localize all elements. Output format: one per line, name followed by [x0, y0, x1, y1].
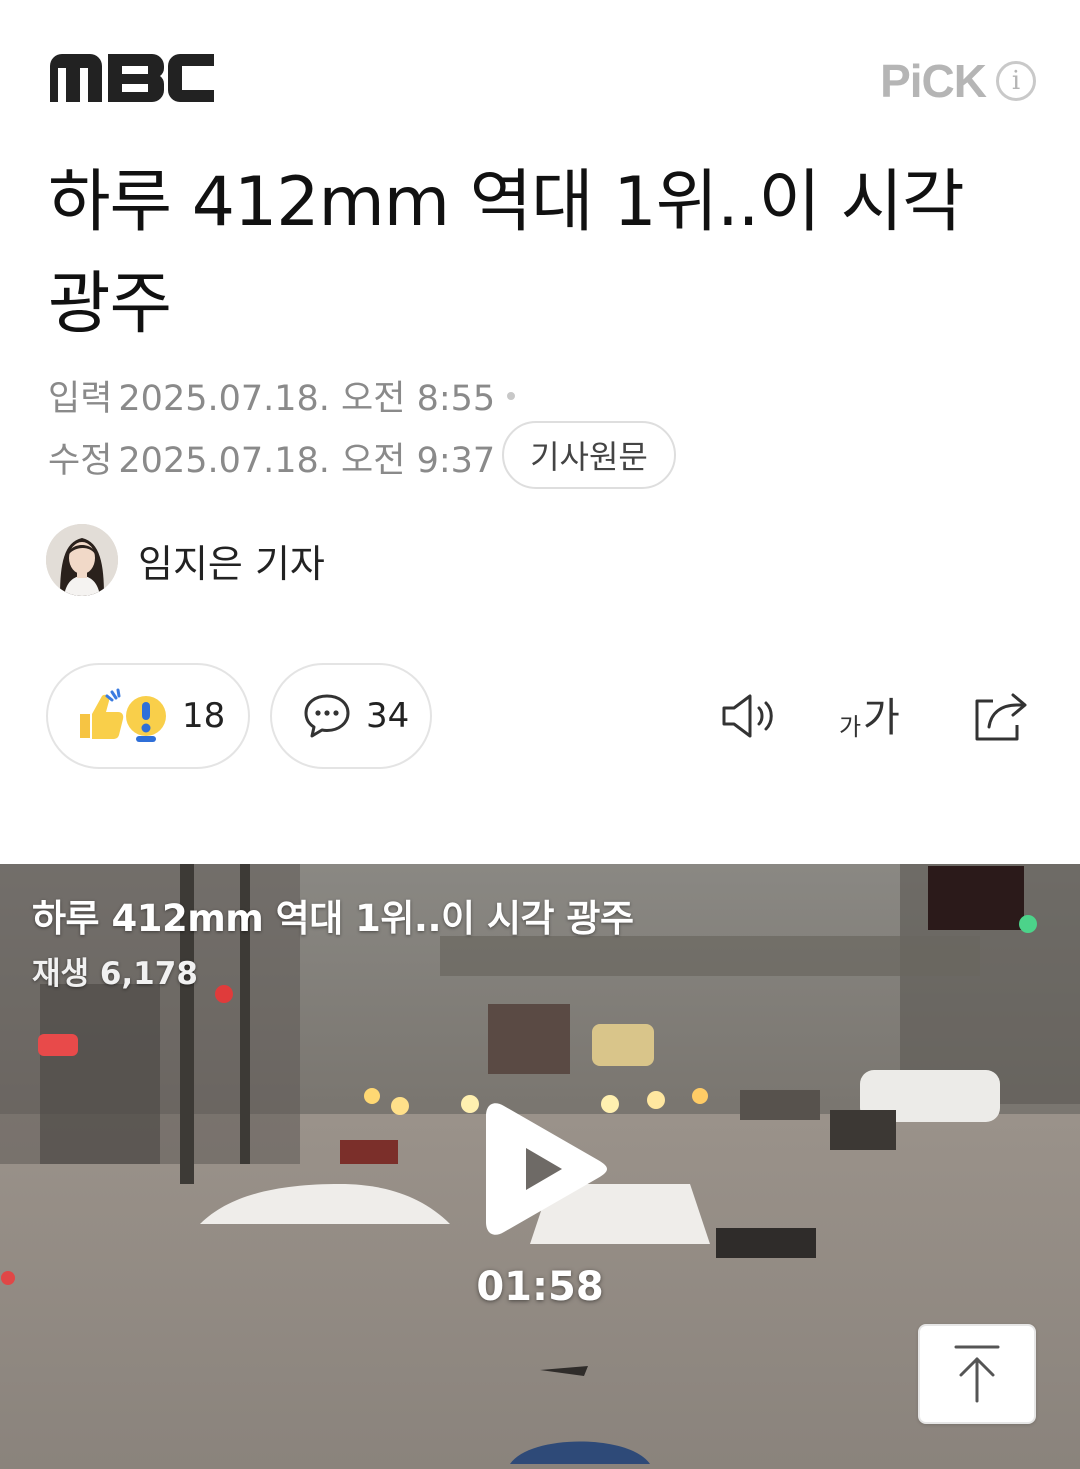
pick-badge[interactable]: PiCK i — [880, 54, 1036, 108]
mbc-logo-mark — [50, 54, 214, 102]
pick-label: PiCK — [880, 55, 987, 107]
reaction-icons — [80, 688, 166, 742]
comment-icon — [304, 694, 350, 738]
published-date: 입력 2025.07.18. 오전 8:55 — [48, 370, 516, 421]
published-label: 입력 — [48, 379, 113, 419]
comment-count: 34 — [366, 696, 410, 736]
reporter-name: 임지은 기자 — [138, 541, 325, 586]
reaction-button[interactable]: 18 — [46, 663, 250, 769]
arrow-up-icon — [954, 1345, 1000, 1403]
font-size-button[interactable]: 가 가 — [836, 686, 910, 746]
original-article-button[interactable]: 기사원문 — [502, 421, 676, 489]
article-title: 하루 412mm 역대 1위..이 시각 광주 — [48, 163, 965, 344]
text-to-speech-button[interactable] — [718, 686, 780, 746]
speaker-icon — [722, 694, 773, 738]
reporter-avatar — [46, 524, 118, 596]
share-icon — [975, 693, 1027, 741]
modified-date: 수정 2025.07.18. 오전 9:37 — [48, 432, 495, 483]
modified-label: 수정 — [48, 441, 113, 481]
svg-text:가: 가 — [863, 695, 900, 741]
reporter-info[interactable]: 임지은 기자 — [46, 524, 325, 596]
video-title: 하루 412mm 역대 1위..이 시각 광주 — [32, 897, 634, 940]
reaction-count: 18 — [182, 696, 226, 736]
published-datetime: 2025.07.18. 오전 8:55 — [118, 379, 496, 419]
modified-datetime: 2025.07.18. 오전 9:37 — [118, 441, 496, 481]
app-header: PiCK i — [0, 0, 1080, 150]
mbc-logo[interactable] — [48, 52, 216, 108]
play-icon[interactable] — [486, 1100, 610, 1238]
share-button[interactable] — [970, 686, 1030, 746]
video-duration: 01:58 — [476, 1264, 604, 1310]
video-play-count: 재생 6,178 — [32, 956, 198, 992]
font-size-icon: 가 가 — [839, 695, 900, 741]
separator-dot — [507, 391, 516, 400]
comment-button[interactable]: 34 — [270, 663, 432, 769]
svg-text:가: 가 — [839, 713, 861, 741]
scroll-to-top-button[interactable] — [918, 1324, 1036, 1424]
info-icon[interactable]: i — [996, 61, 1036, 101]
